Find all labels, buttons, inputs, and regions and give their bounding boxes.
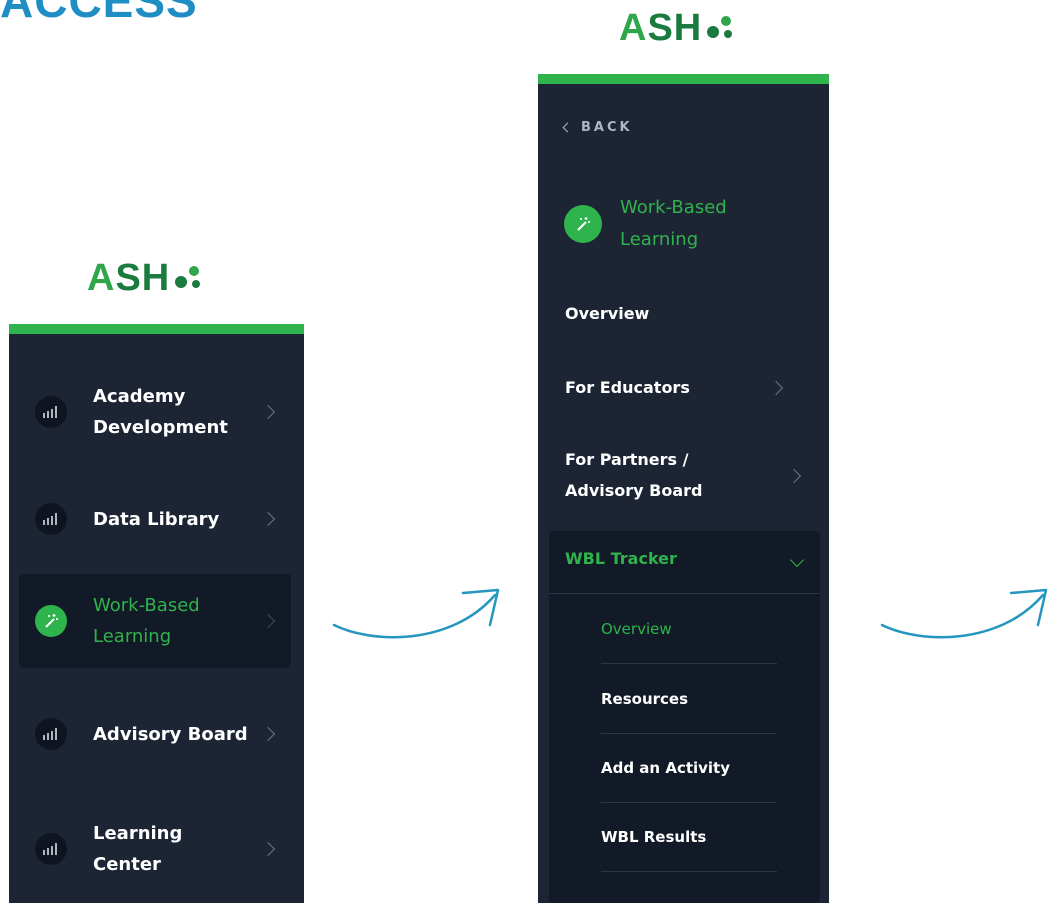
logo-text: ASH bbox=[619, 7, 703, 49]
chevron-down-icon[interactable] bbox=[789, 552, 805, 568]
chevron-right-icon bbox=[260, 404, 276, 420]
arrow-icon bbox=[880, 588, 1048, 639]
bar-chart-icon bbox=[35, 503, 67, 535]
sidebar-item-label: Data Library bbox=[93, 508, 220, 530]
chevron-right-icon bbox=[768, 380, 784, 396]
logo-dots-icon bbox=[707, 16, 733, 38]
submenu-item-add-activity[interactable]: Add an Activity bbox=[601, 733, 777, 803]
sidebar-item-advisory-board[interactable]: Advisory Board bbox=[19, 687, 291, 781]
back-button[interactable]: BACK bbox=[562, 120, 633, 135]
bar-chart-icon bbox=[35, 396, 67, 428]
nav-item-for-educators[interactable]: For Educators bbox=[565, 372, 785, 403]
main-sidebar: Academy Development Data Library Work-Ba… bbox=[9, 324, 304, 903]
arrow-icon bbox=[332, 588, 500, 639]
ash-logo: ASH bbox=[619, 8, 734, 48]
logo-dots-icon bbox=[175, 266, 201, 288]
submenu-item-wbl-results[interactable]: WBL Results bbox=[601, 802, 777, 872]
chevron-right-icon bbox=[260, 726, 276, 742]
submenu-item-overview[interactable]: Overview bbox=[601, 594, 777, 664]
submenu-item-resources[interactable]: Resources bbox=[601, 664, 777, 734]
sidebar-item-work-based-learning[interactable]: Work-Based Learning bbox=[19, 574, 291, 668]
nav-item-overview[interactable]: Overview bbox=[565, 298, 785, 329]
bar-chart-icon bbox=[35, 718, 67, 750]
sidebar-item-data-library[interactable]: Data Library bbox=[19, 472, 291, 566]
nav-item-label: For Educators bbox=[565, 378, 690, 397]
nav-item-label: For Partners / Advisory Board bbox=[565, 450, 703, 500]
chevron-right-icon bbox=[260, 841, 276, 857]
nav-item-label: Overview bbox=[565, 304, 650, 323]
section-title: Work-Based Learning bbox=[620, 197, 727, 250]
chevron-right-icon bbox=[260, 613, 276, 629]
sidebar-item-academy-development[interactable]: Academy Development bbox=[19, 365, 291, 459]
wbl-tracker-toggle[interactable]: WBL Tracker bbox=[565, 549, 677, 568]
logo-text: ASH bbox=[87, 257, 171, 299]
nav-item-for-partners[interactable]: For Partners / Advisory Board bbox=[565, 444, 715, 506]
back-label: BACK bbox=[581, 120, 633, 135]
chevron-right-icon bbox=[260, 511, 276, 527]
page-heading: ACCESS bbox=[0, 0, 198, 27]
wbl-tracker-section: WBL Tracker Overview Resources Add an Ac… bbox=[549, 531, 820, 903]
magic-wand-icon bbox=[35, 605, 67, 637]
chevron-left-icon bbox=[562, 122, 573, 133]
bar-chart-icon bbox=[35, 833, 67, 865]
sub-sidebar: BACK Work-Based Learning Overview For Ed… bbox=[538, 74, 829, 903]
sidebar-item-label: Work-Based Learning bbox=[93, 595, 200, 647]
magic-wand-icon bbox=[564, 205, 602, 243]
section-header: Work-Based Learning bbox=[564, 192, 800, 256]
sidebar-item-label: Academy Development bbox=[93, 386, 228, 438]
ash-logo: ASH bbox=[87, 258, 202, 298]
sidebar-item-label: Advisory Board bbox=[93, 723, 248, 745]
sidebar-item-learning-center[interactable]: Learning Center bbox=[19, 802, 291, 896]
sidebar-item-label: Learning Center bbox=[93, 823, 183, 875]
chevron-right-icon bbox=[786, 468, 802, 484]
